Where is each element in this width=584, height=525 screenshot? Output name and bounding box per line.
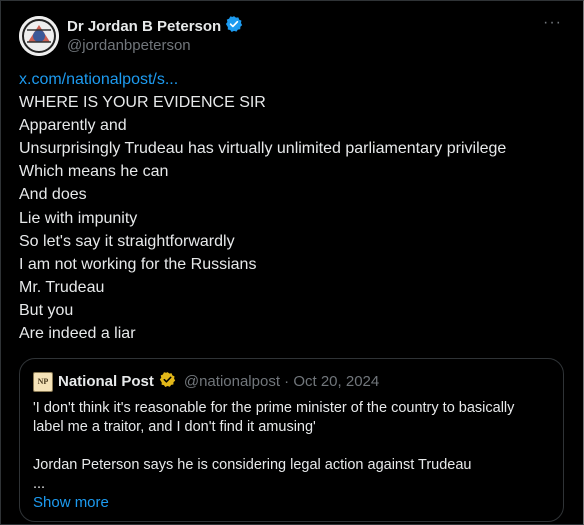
quoted-tweet[interactable]: NP National Post @nationalpost · Oct 20,… <box>19 358 564 522</box>
more-options-icon[interactable]: ··· <box>543 14 562 32</box>
post-line: But you <box>19 301 74 319</box>
post-line: Apparently and <box>19 117 127 135</box>
post-line: Which means he can <box>19 163 169 181</box>
quote-avatar[interactable]: NP <box>33 371 53 392</box>
post-line: I am not working for the Russians <box>19 255 257 273</box>
quote-ellipsis: ... <box>33 476 46 492</box>
post-line: So let's say it straightforwardly <box>19 232 235 250</box>
post-line: Mr. Trudeau <box>19 278 105 296</box>
post-link[interactable]: x.com/nationalpost/s... <box>19 68 564 91</box>
quote-header: NP National Post @nationalpost · Oct 20,… <box>33 371 379 392</box>
author-handle[interactable]: @jordanbpeterson <box>67 37 191 54</box>
quote-text: 'I don't think it's reasonable for the p… <box>33 399 548 494</box>
avatar[interactable] <box>19 16 59 56</box>
tweet-body: x.com/nationalpost/s... WHERE IS YOUR EV… <box>19 68 564 345</box>
show-more-link[interactable]: Show more <box>33 494 109 511</box>
post-line: Lie with impunity <box>19 209 138 227</box>
author-row: Dr Jordan B Peterson <box>67 15 243 38</box>
quote-author-name[interactable]: National Post <box>58 373 154 390</box>
quote-paragraph: 'I don't think it's reasonable for the p… <box>33 400 515 435</box>
verified-badge-icon <box>225 15 243 38</box>
post-line: And does <box>19 186 87 204</box>
quote-paragraph: Jordan Peterson says he is considering l… <box>33 457 472 473</box>
post-line: Unsurprisingly Trudeau has virtually unl… <box>19 140 507 158</box>
quote-date[interactable]: Oct 20, 2024 <box>293 373 379 390</box>
quote-author-handle[interactable]: @nationalpost <box>184 373 280 390</box>
verified-badge-icon <box>159 371 176 392</box>
avatar-image <box>19 16 59 56</box>
separator: · <box>284 373 290 390</box>
post-line: WHERE IS YOUR EVIDENCE SIR <box>19 94 266 112</box>
author-name[interactable]: Dr Jordan B Peterson <box>67 18 221 35</box>
post-line: Are indeed a liar <box>19 325 136 343</box>
